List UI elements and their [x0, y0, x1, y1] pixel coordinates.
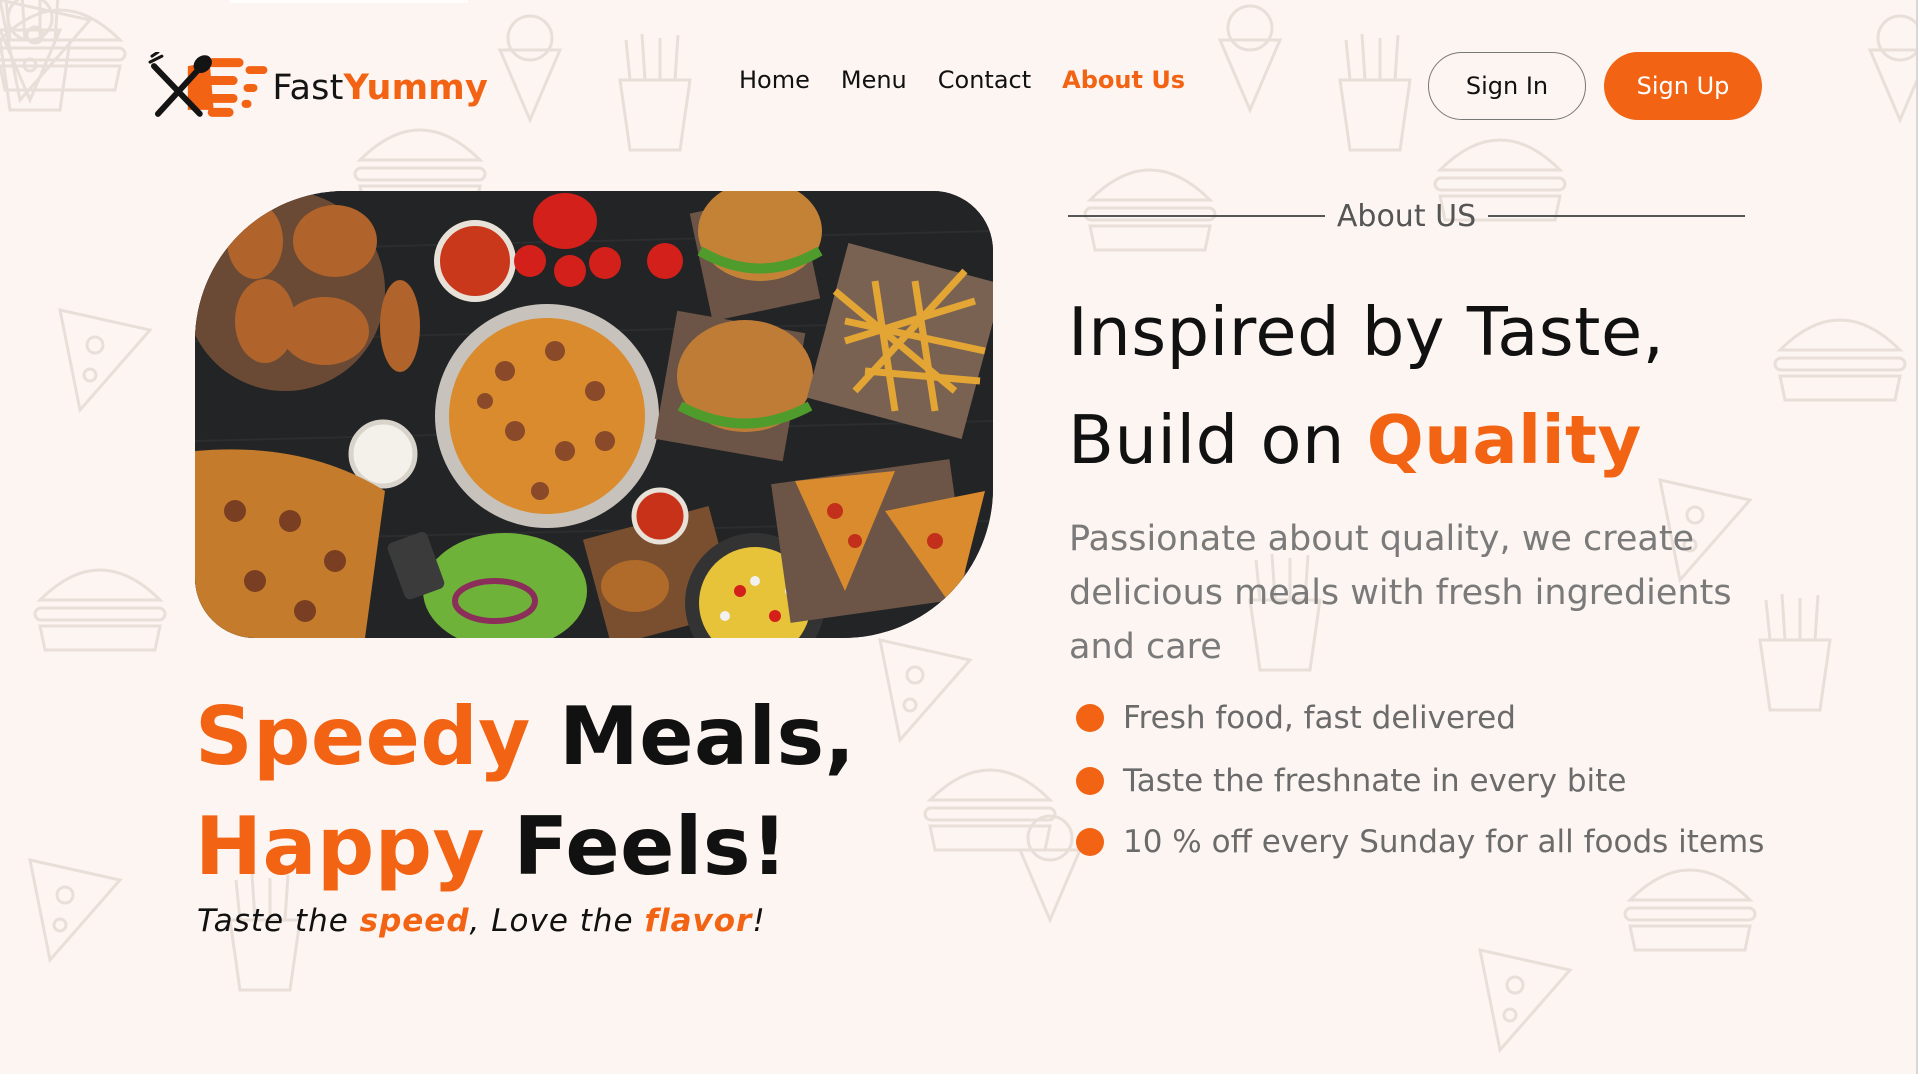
about-eyebrow-label: About US [1336, 198, 1477, 234]
nav-home[interactable]: Home [739, 66, 810, 94]
feature-item: Taste the freshnate in every bite [1076, 763, 1764, 799]
sign-up-button[interactable]: Sign Up [1604, 52, 1762, 120]
headline-line-1: Speedy Meals, [195, 682, 855, 792]
about-eyebrow: About US [1068, 196, 1746, 236]
eyebrow-divider-left [1068, 215, 1325, 217]
feature-text: Taste the freshnate in every bite [1123, 763, 1627, 799]
food-platter-photo [195, 191, 993, 638]
about-description: Passionate about quality, we create deli… [1069, 519, 1732, 667]
nav-about-us[interactable]: About Us [1062, 66, 1185, 94]
feature-text: 10 % off every Sunday for all foods item… [1123, 824, 1765, 860]
hero-headline: Speedy Meals, Happy Feels! [195, 682, 855, 902]
hero-tagline: Taste the speed, Love the flavor! [197, 903, 766, 939]
feature-text: Fresh food, fast delivered [1123, 700, 1516, 736]
headline-line-2: Happy Feels! [195, 792, 855, 902]
sign-in-button[interactable]: Sign In [1428, 52, 1586, 120]
bullet-dot-icon [1076, 828, 1104, 856]
main-nav: Home Menu Contact About Us [739, 66, 1185, 94]
feature-item: Fresh food, fast delivered [1076, 700, 1764, 736]
fork-spoon-logo-icon [148, 52, 268, 117]
headline-accent-1: Speedy [195, 690, 531, 783]
tagline-highlight-flavor: flavor [644, 903, 753, 939]
tagline-part-3: ! [752, 903, 766, 939]
about-title-accent: Quality [1366, 401, 1642, 479]
brand-name: FastYummy [272, 68, 488, 108]
brand-name-part2: Yummy [343, 68, 488, 108]
nav-menu[interactable]: Menu [841, 66, 907, 94]
feature-list: Fresh food, fast delivered Taste the fre… [1076, 700, 1765, 890]
headline-accent-2: Happy [195, 800, 486, 893]
eyebrow-divider-right [1488, 215, 1746, 217]
tagline-highlight-speed: speed [359, 903, 470, 939]
feature-item: 10 % off every Sunday for all foods item… [1076, 824, 1765, 860]
about-title-line-2: Build on Quality [1068, 386, 1664, 494]
brand-logo[interactable]: FastYummy [148, 52, 488, 118]
page: FastYummy Home Menu Contact About Us Sig… [0, 0, 1918, 1074]
about-title: Inspired by Taste, Build on Quality [1068, 278, 1664, 494]
headline-rest-2: Feels! [485, 800, 788, 893]
bullet-dot-icon [1076, 704, 1104, 732]
nav-contact[interactable]: Contact [938, 66, 1031, 94]
tagline-part-2: , Love the [469, 903, 645, 939]
browser-top-strip [230, 0, 468, 3]
brand-name-part1: Fast [272, 68, 344, 108]
about-title-line-1: Inspired by Taste, [1068, 293, 1665, 371]
about-title-plain: Build on [1068, 401, 1367, 479]
headline-rest-1: Meals, [530, 690, 856, 783]
hero-food-image [195, 191, 993, 638]
bullet-dot-icon [1076, 767, 1104, 795]
tagline-part-1: Taste the [197, 903, 360, 939]
